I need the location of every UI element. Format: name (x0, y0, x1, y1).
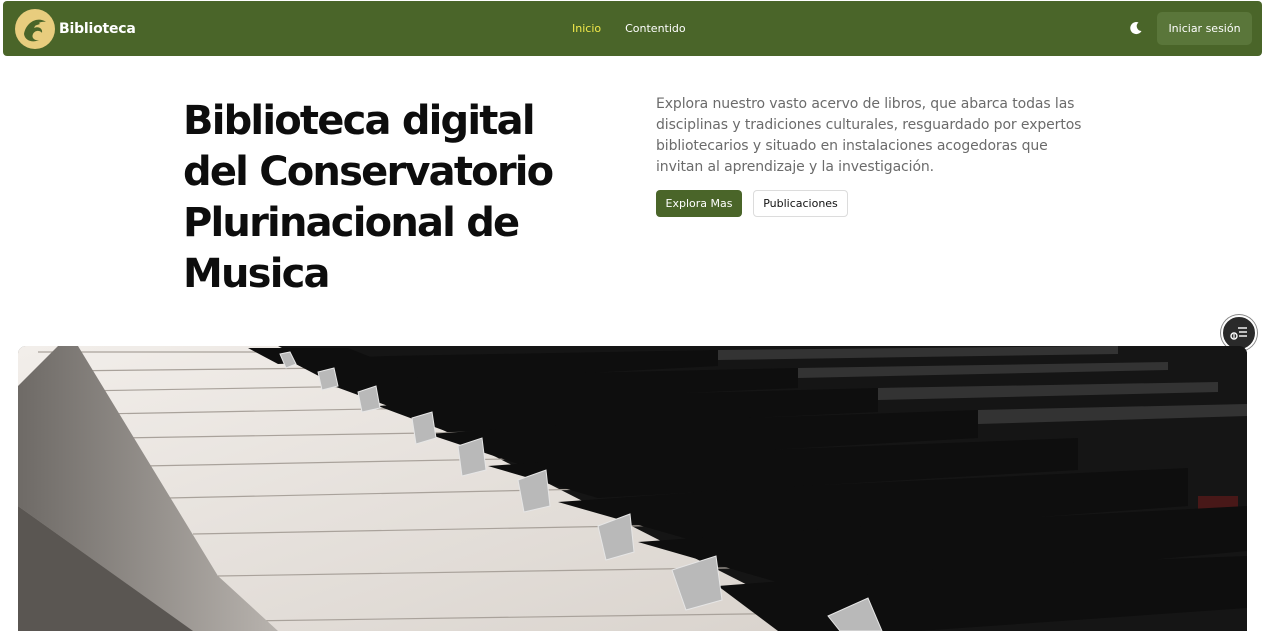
main-nav: Inicio Contentido (572, 1, 686, 56)
piano-keys-image (18, 346, 1247, 631)
publications-button[interactable]: Publicaciones (753, 190, 848, 217)
hero-description: Explora nuestro vasto acervo de libros, … (656, 96, 1082, 175)
nav-link-contenido[interactable]: Contentido (625, 22, 686, 35)
explore-more-button[interactable]: Explora Mas (656, 190, 742, 217)
library-logo-icon (15, 8, 55, 49)
brand-name: Biblioteca (59, 20, 136, 37)
login-button[interactable]: Iniciar sesión (1157, 12, 1252, 45)
nav-link-inicio[interactable]: Inicio (572, 22, 601, 35)
brand-link[interactable]: Biblioteca (15, 8, 136, 49)
moon-icon[interactable] (1127, 19, 1145, 37)
page-title: Biblioteca digital del Conservatorio Plu… (183, 98, 554, 297)
top-navbar: Biblioteca Inicio Contentido Iniciar ses… (3, 1, 1262, 56)
